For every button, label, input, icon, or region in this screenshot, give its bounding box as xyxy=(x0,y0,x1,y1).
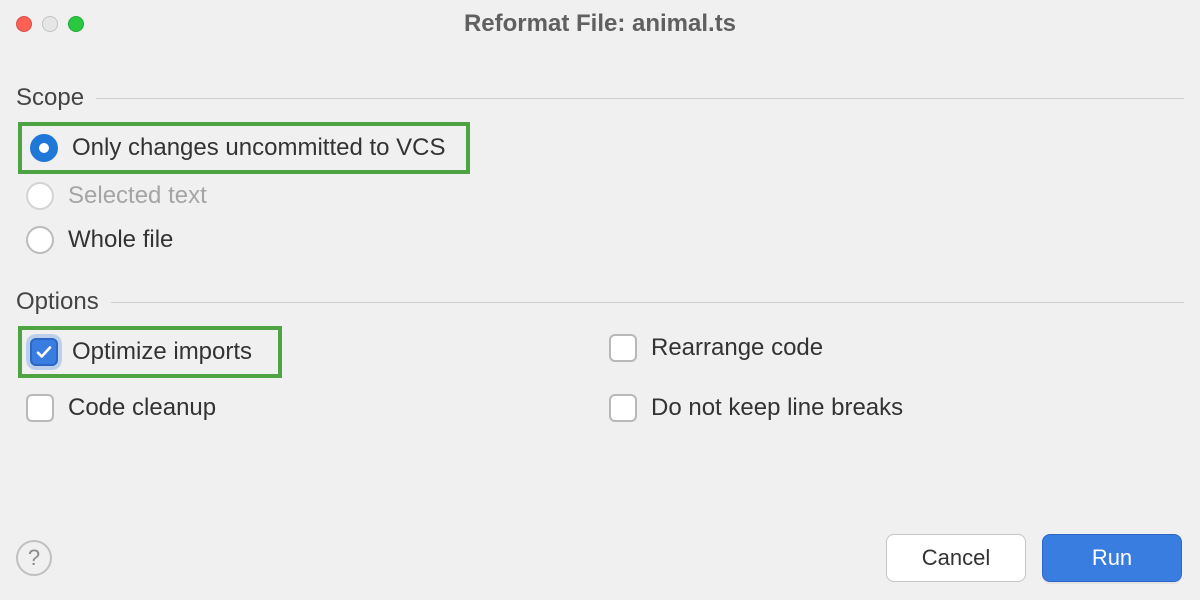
divider xyxy=(96,98,1184,99)
no-line-breaks-label: Do not keep line breaks xyxy=(651,394,903,422)
options-section: Options Optimize imports Rearrange cod xyxy=(16,288,1184,430)
scope-whole-file-label: Whole file xyxy=(68,226,173,254)
no-line-breaks-checkbox[interactable]: Do not keep line breaks xyxy=(601,386,1184,430)
optimize-imports-label: Optimize imports xyxy=(72,338,252,366)
scope-uncommitted-label: Only changes uncommitted to VCS xyxy=(72,134,446,162)
window-close-button[interactable] xyxy=(16,16,32,32)
radio-icon xyxy=(26,226,54,254)
scope-selected-text-radio: Selected text xyxy=(18,174,1184,218)
rearrange-code-label: Rearrange code xyxy=(651,334,823,362)
scope-radio-group: Only changes uncommitted to VCS Selected… xyxy=(16,122,1184,262)
window-minimize-button[interactable] xyxy=(42,16,58,32)
rearrange-code-checkbox[interactable]: Rearrange code xyxy=(601,326,1184,370)
titlebar: Reformat File: animal.ts xyxy=(0,0,1200,48)
scope-uncommitted-radio[interactable]: Only changes uncommitted to VCS xyxy=(22,126,454,170)
radio-icon xyxy=(26,182,54,210)
scope-uncommitted-highlight: Only changes uncommitted to VCS xyxy=(18,122,470,174)
optimize-imports-checkbox[interactable]: Optimize imports xyxy=(22,330,260,374)
scope-whole-file-radio[interactable]: Whole file xyxy=(18,218,1184,262)
options-label: Options xyxy=(16,288,99,316)
run-button[interactable]: Run xyxy=(1042,534,1182,582)
dialog-content: Scope Only changes uncommitted to VCS Se… xyxy=(0,48,1200,430)
scope-section-header: Scope xyxy=(16,84,1184,112)
optimize-imports-highlight: Optimize imports xyxy=(18,326,282,378)
traffic-lights xyxy=(16,16,84,32)
radio-selected-icon xyxy=(30,134,58,162)
dialog-footer: ? Cancel Run xyxy=(16,534,1182,582)
checkbox-icon xyxy=(609,334,637,362)
code-cleanup-label: Code cleanup xyxy=(68,394,216,422)
checkbox-icon xyxy=(26,394,54,422)
window-zoom-button[interactable] xyxy=(68,16,84,32)
scope-label: Scope xyxy=(16,84,84,112)
checkbox-icon xyxy=(609,394,637,422)
checkbox-checked-icon xyxy=(30,338,58,366)
window-title: Reformat File: animal.ts xyxy=(0,10,1200,38)
scope-selected-text-label: Selected text xyxy=(68,182,207,210)
code-cleanup-checkbox[interactable]: Code cleanup xyxy=(18,386,601,430)
divider xyxy=(111,302,1184,303)
options-grid: Optimize imports Rearrange code Code cle… xyxy=(16,326,1184,430)
cancel-button[interactable]: Cancel xyxy=(886,534,1026,582)
help-button[interactable]: ? xyxy=(16,540,52,576)
options-section-header: Options xyxy=(16,288,1184,316)
